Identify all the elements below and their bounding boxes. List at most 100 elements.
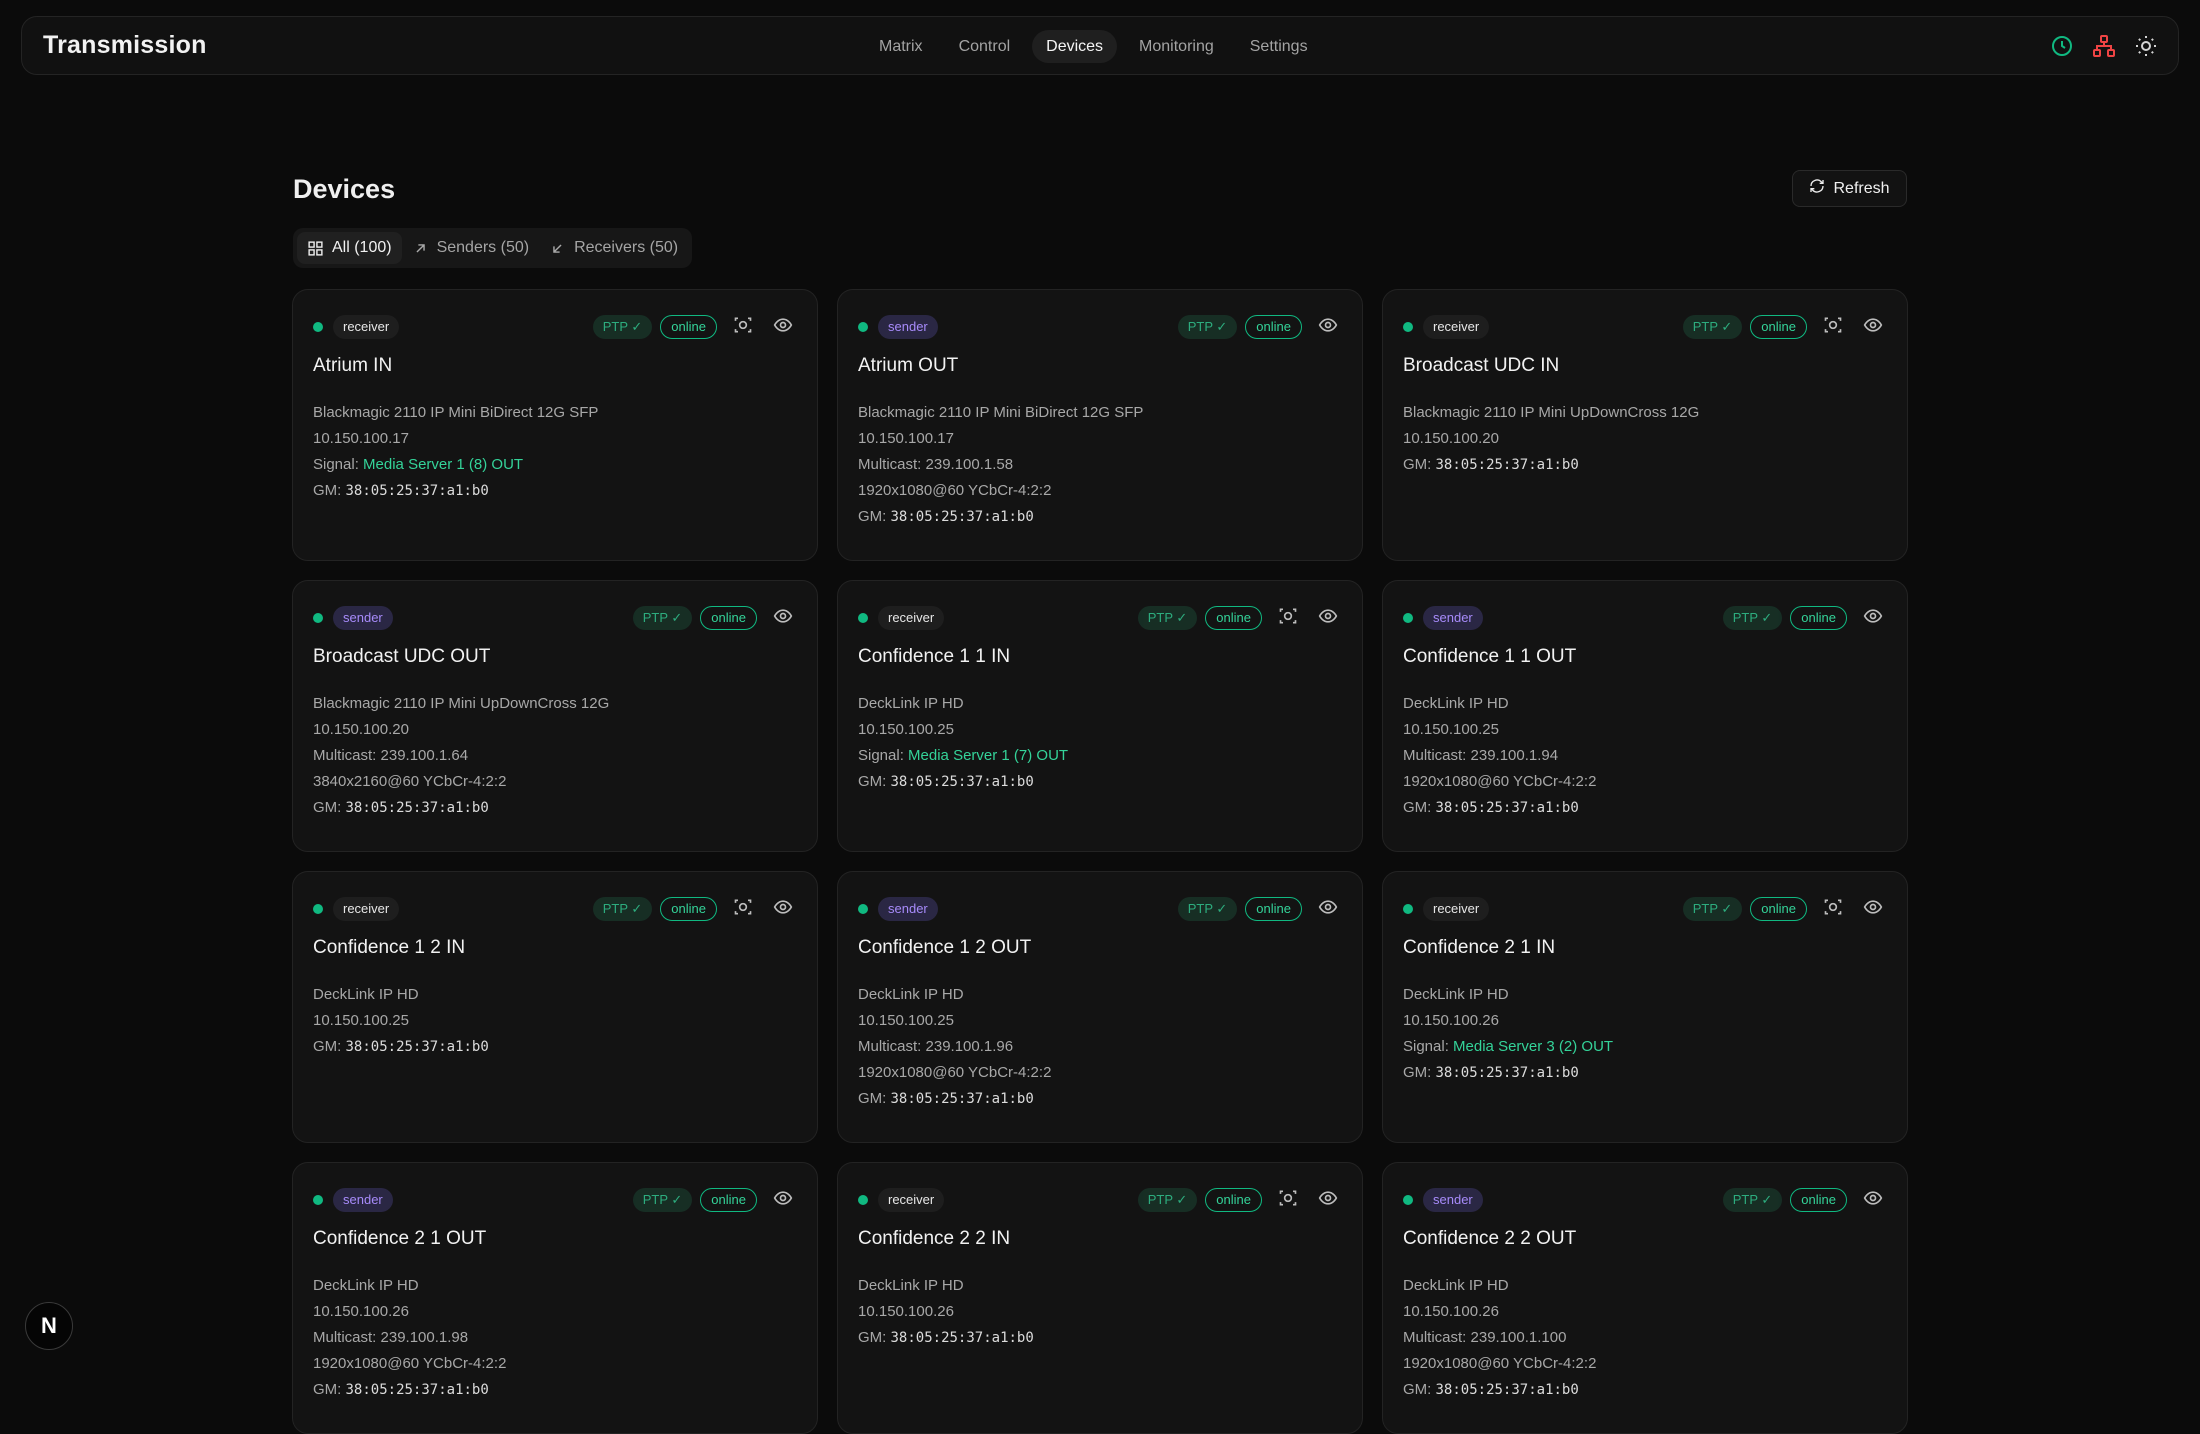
- eye-icon[interactable]: [773, 606, 797, 630]
- device-kind-badge: receiver: [878, 606, 945, 630]
- device-model: DeckLink IP HD: [313, 1277, 419, 1294]
- device-grid: receiver PTP ✓ online Atrium IN Blackmag…: [292, 289, 1908, 1434]
- status-dot: [858, 613, 868, 623]
- device-card[interactable]: sender PTP ✓ online Confidence 2 1 OUT D…: [292, 1162, 818, 1434]
- eye-icon[interactable]: [773, 315, 797, 339]
- nav-devices[interactable]: Devices: [1032, 30, 1118, 63]
- ptp-badge: PTP ✓: [1722, 1188, 1783, 1212]
- gm-label: GM:: [858, 1090, 891, 1107]
- device-format: 3840x2160@60 YCbCr-4:2:2: [313, 773, 507, 790]
- app-title[interactable]: Transmission: [43, 31, 207, 60]
- device-card[interactable]: sender PTP ✓ online Confidence 2 2 OUT D…: [1382, 1162, 1908, 1434]
- device-format: 1920x1080@60 YCbCr-4:2:2: [1403, 773, 1597, 790]
- ptp-badge: PTP ✓: [1682, 315, 1743, 339]
- nav-matrix[interactable]: Matrix: [865, 30, 937, 63]
- status-badge: online: [700, 606, 757, 630]
- status-badge: online: [1245, 897, 1302, 921]
- device-name: Confidence 2 2 IN: [858, 1228, 1011, 1249]
- device-kind-badge: receiver: [333, 897, 400, 921]
- ptp-badge: PTP ✓: [1177, 897, 1238, 921]
- device-name: Broadcast UDC OUT: [313, 646, 491, 667]
- eye-icon[interactable]: [773, 1188, 797, 1212]
- device-card[interactable]: receiver PTP ✓ online Confidence 1 2 IN …: [292, 871, 818, 1143]
- status-dot: [313, 1195, 323, 1205]
- device-card-header: receiver PTP ✓ online: [1403, 884, 1887, 934]
- signal-link[interactable]: Media Server 3 (2) OUT: [1453, 1038, 1613, 1055]
- nav-monitoring[interactable]: Monitoring: [1125, 30, 1228, 63]
- eye-icon[interactable]: [1863, 1188, 1887, 1212]
- ptp-badge: PTP ✓: [632, 606, 693, 630]
- focus-icon[interactable]: [733, 315, 757, 339]
- clock-icon[interactable]: [2050, 34, 2074, 58]
- eye-icon[interactable]: [1318, 315, 1342, 339]
- eye-icon[interactable]: [1863, 897, 1887, 921]
- refresh-label: Refresh: [1833, 179, 1890, 197]
- device-card[interactable]: receiver PTP ✓ online Confidence 2 2 IN …: [837, 1162, 1363, 1434]
- refresh-button[interactable]: Refresh: [1792, 170, 1907, 207]
- gm-value: 38:05:25:37:a1:b0: [890, 774, 1034, 790]
- focus-icon[interactable]: [1823, 897, 1847, 921]
- eye-icon[interactable]: [1318, 1188, 1342, 1212]
- eye-icon[interactable]: [1863, 315, 1887, 339]
- device-kind-badge: receiver: [1423, 315, 1490, 339]
- device-card[interactable]: receiver PTP ✓ online Atrium IN Blackmag…: [292, 289, 818, 561]
- device-model: DeckLink IP HD: [1403, 986, 1509, 1003]
- sun-icon[interactable]: [2134, 34, 2158, 58]
- ptp-badge: PTP ✓: [632, 1188, 693, 1212]
- eye-icon[interactable]: [1863, 606, 1887, 630]
- gm-value: 38:05:25:37:a1:b0: [345, 800, 489, 816]
- filter-senders[interactable]: Senders (50): [402, 232, 540, 264]
- device-ip: 10.150.100.20: [1403, 430, 1499, 447]
- network-tree-icon[interactable]: [2092, 34, 2116, 58]
- signal-link[interactable]: Media Server 1 (7) OUT: [908, 747, 1068, 764]
- nav-settings[interactable]: Settings: [1236, 30, 1322, 63]
- eye-icon[interactable]: [773, 897, 797, 921]
- filter-receivers[interactable]: Receivers (50): [539, 232, 688, 264]
- device-card[interactable]: sender PTP ✓ online Confidence 1 2 OUT D…: [837, 871, 1363, 1143]
- signal-label: Signal:: [1403, 1038, 1454, 1055]
- status-dot: [858, 904, 868, 914]
- ptp-badge: PTP ✓: [592, 315, 653, 339]
- gm-value: 38:05:25:37:a1:b0: [890, 1330, 1034, 1346]
- status-dot: [1403, 613, 1413, 623]
- gm-label: GM:: [313, 799, 346, 816]
- gm-label: GM:: [858, 773, 891, 790]
- device-card[interactable]: sender PTP ✓ online Confidence 1 1 OUT D…: [1382, 580, 1908, 852]
- device-card[interactable]: receiver PTP ✓ online Confidence 2 1 IN …: [1382, 871, 1908, 1143]
- status-dot: [313, 322, 323, 332]
- focus-icon[interactable]: [733, 897, 757, 921]
- gm-value: 38:05:25:37:a1:b0: [1435, 1382, 1579, 1398]
- device-name: Confidence 2 1 IN: [1403, 937, 1556, 958]
- device-ip: 10.150.100.25: [1403, 721, 1499, 738]
- status-dot: [858, 1195, 868, 1205]
- device-card-header: receiver PTP ✓ online: [858, 1175, 1342, 1225]
- ptp-badge: PTP ✓: [1137, 1188, 1198, 1212]
- device-card[interactable]: receiver PTP ✓ online Broadcast UDC IN B…: [1382, 289, 1908, 561]
- device-card-header: sender PTP ✓ online: [1403, 1175, 1887, 1225]
- dev-overlay-badge[interactable]: N: [25, 1302, 73, 1350]
- device-format: 1920x1080@60 YCbCr-4:2:2: [858, 1064, 1052, 1081]
- status-dot: [1403, 904, 1413, 914]
- focus-icon[interactable]: [1823, 315, 1847, 339]
- gm-label: GM:: [858, 1329, 891, 1346]
- device-name: Atrium OUT: [858, 355, 959, 376]
- focus-icon[interactable]: [1278, 606, 1302, 630]
- device-card[interactable]: sender PTP ✓ online Broadcast UDC OUT Bl…: [292, 580, 818, 852]
- device-ip: 10.150.100.26: [1403, 1303, 1499, 1320]
- filter-all[interactable]: All (100): [297, 232, 402, 264]
- ptp-badge: PTP ✓: [1137, 606, 1198, 630]
- device-card[interactable]: receiver PTP ✓ online Confidence 1 1 IN …: [837, 580, 1363, 852]
- gm-label: GM:: [858, 508, 891, 525]
- device-gm: GM: 38:05:25:37:a1:b0: [313, 795, 797, 821]
- device-card[interactable]: sender PTP ✓ online Atrium OUT Blackmagi…: [837, 289, 1363, 561]
- device-kind-badge: receiver: [878, 1188, 945, 1212]
- eye-icon[interactable]: [1318, 606, 1342, 630]
- device-card-header: sender PTP ✓ online: [1403, 593, 1887, 643]
- gm-value: 38:05:25:37:a1:b0: [345, 1039, 489, 1055]
- focus-icon[interactable]: [1278, 1188, 1302, 1212]
- nav-control[interactable]: Control: [945, 30, 1025, 63]
- device-name: Confidence 1 2 OUT: [858, 937, 1032, 958]
- signal-link[interactable]: Media Server 1 (8) OUT: [363, 456, 523, 473]
- eye-icon[interactable]: [1318, 897, 1342, 921]
- device-gm: GM: 38:05:25:37:a1:b0: [858, 504, 1342, 530]
